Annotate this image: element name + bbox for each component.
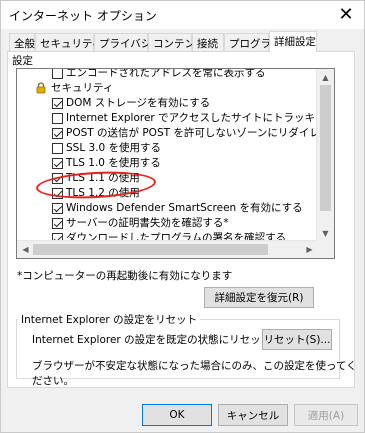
checkbox-label: Internet Explorer でアクセスしたサイトにトラッキング拒否要求を… — [66, 112, 316, 124]
tab-privacy[interactable]: プライバシー — [94, 33, 162, 51]
checkbox-label: Windows Defender SmartScreen を有効にする — [66, 202, 303, 214]
scrollbar-corner — [317, 241, 334, 258]
restore-advanced-settings-button[interactable]: 詳細設定を復元(R) — [204, 287, 314, 308]
checkbox[interactable] — [52, 233, 63, 240]
tab-security[interactable]: セキュリティ — [35, 33, 102, 51]
scroll-left-icon[interactable]: ◀ — [17, 241, 34, 257]
checkbox-label: TLS 1.2 の使用 — [66, 187, 140, 199]
internet-options-dialog: インターネット オプション ✕ 全般 セキュリティ プライバシー コンテンツ 接… — [0, 0, 365, 433]
checkbox-label: DOM ストレージを有効にする — [66, 97, 211, 109]
checkbox[interactable] — [52, 113, 63, 124]
settings-tree[interactable]: エンコードされたアドレスを常に表示する セキュリティ DOM ストレージを有効にする… — [16, 68, 335, 259]
checkbox[interactable] — [52, 98, 63, 109]
checkbox-label: サーバーの証明書失効を確認する* — [66, 217, 229, 229]
checkbox[interactable] — [52, 158, 63, 169]
cancel-button[interactable]: キャンセル — [218, 404, 288, 426]
checkbox[interactable] — [52, 173, 63, 184]
close-icon[interactable]: ✕ — [328, 1, 364, 29]
settings-section-label: 設定 — [12, 55, 33, 67]
title-bar: インターネット オプション ✕ — [1, 1, 364, 29]
restart-note: *コンピューターの再起動後に有効になります — [17, 270, 233, 282]
tab-programs[interactable]: プログラム — [224, 33, 281, 51]
scroll-down-icon[interactable]: ▼ — [317, 225, 334, 241]
window-title: インターネット オプション — [9, 9, 157, 23]
checkbox-label: TLS 1.0 を使用する — [66, 157, 161, 169]
horizontal-scrollbar[interactable]: ◀ ▶ — [17, 240, 318, 258]
scroll-up-icon[interactable]: ▲ — [317, 69, 334, 85]
horizontal-scroll-thumb[interactable] — [33, 244, 268, 255]
settings-list: エンコードされたアドレスを常に表示する セキュリティ DOM ストレージを有効にする… — [17, 69, 316, 240]
tab-content[interactable]: コンテンツ — [148, 33, 206, 51]
checkbox-label: SSL 3.0 を使用する — [66, 142, 162, 154]
tab-general[interactable]: 全般 — [9, 33, 35, 51]
checkbox-label: TLS 1.1 の使用 — [66, 172, 140, 184]
tab-connections[interactable]: 接続 — [192, 33, 224, 51]
checkbox[interactable] — [52, 188, 63, 199]
checkbox-label: ダウンロードしたプログラムの署名を確認する — [66, 232, 287, 240]
tab-advanced[interactable]: 詳細設定 — [269, 31, 317, 52]
checkbox[interactable] — [52, 128, 63, 139]
checkbox[interactable] — [52, 218, 63, 229]
checkbox[interactable] — [52, 203, 63, 214]
reset-group-title: Internet Explorer の設定をリセット — [18, 312, 201, 327]
checkbox-label: POST の送信が POST を許可しないゾーンにリダイレクトされた場合に警告 — [66, 127, 316, 139]
lock-icon — [35, 82, 47, 94]
apply-button[interactable]: 適用(A) — [294, 404, 358, 426]
settings-category-label: セキュリティ — [51, 82, 114, 94]
checkbox[interactable] — [52, 143, 63, 154]
reset-button[interactable]: リセット(S)... — [262, 329, 332, 350]
vertical-scroll-thumb[interactable] — [320, 85, 331, 211]
scroll-right-icon[interactable]: ▶ — [301, 241, 318, 257]
vertical-scrollbar[interactable]: ▲ ▼ — [316, 69, 334, 241]
checkbox[interactable] — [52, 69, 63, 79]
reset-warning: ブラウザーが不安定な状態になった場合にのみ、この設定を使ってください。 — [32, 360, 357, 387]
ok-button[interactable]: OK — [142, 404, 212, 426]
